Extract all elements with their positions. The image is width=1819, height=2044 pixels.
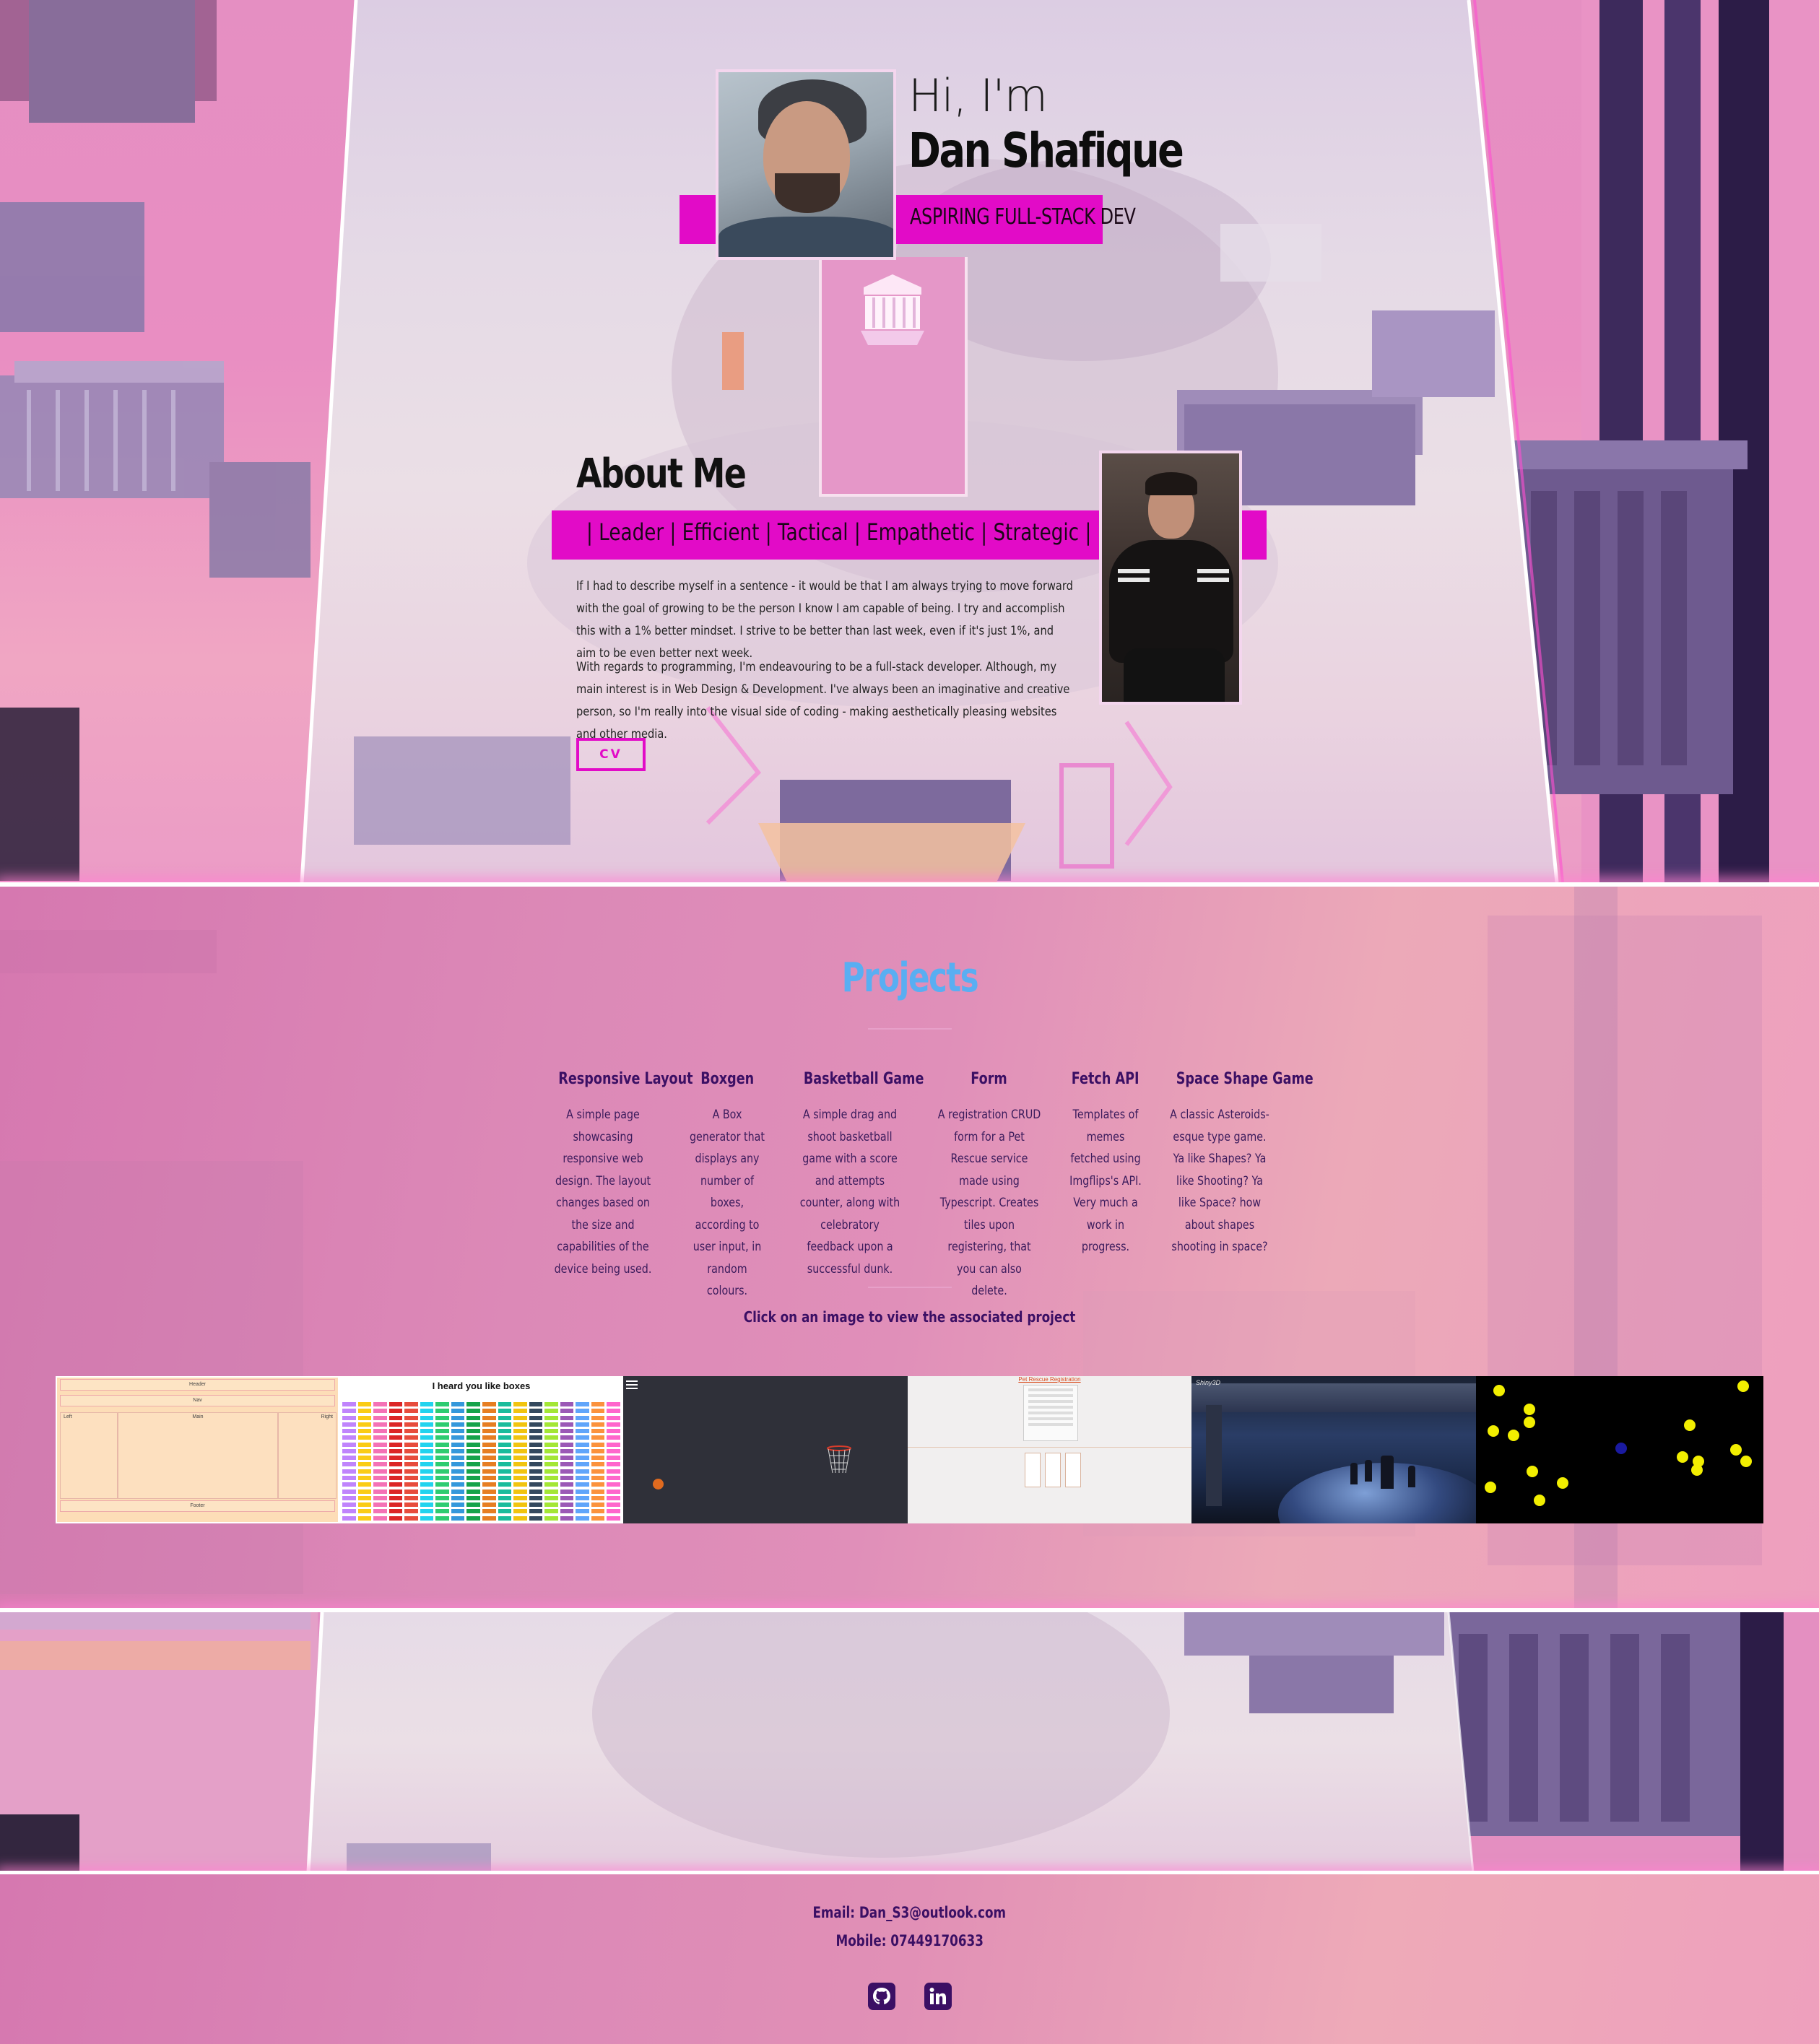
thumb-fetch-logo: Shiny3D bbox=[1196, 1379, 1221, 1386]
thumb-basketball-game[interactable] bbox=[623, 1376, 908, 1523]
hero-section: Hi, I'm Dan Shafique ASPIRING FULL-STACK… bbox=[0, 0, 1819, 882]
project-description: A simple drag and shoot basketball game … bbox=[799, 1108, 900, 1277]
asteroid-dot bbox=[1508, 1430, 1519, 1441]
thumb-box-grid bbox=[342, 1402, 620, 1521]
project-thumbnails: Header Nav Left Main Right Footer I hear… bbox=[56, 1376, 1763, 1523]
name-heading: Dan Shafique bbox=[908, 123, 1184, 178]
asteroid-dot bbox=[1485, 1482, 1496, 1493]
thumb-main-label: Main bbox=[118, 1412, 278, 1499]
asteroid-dot bbox=[1493, 1385, 1505, 1396]
thumb-left-label: Left bbox=[60, 1412, 118, 1499]
tagline-text: ASPIRING FULL-STACK DEV bbox=[910, 204, 1136, 230]
project-description: Templates of memes fetched using Imgflip… bbox=[1069, 1108, 1142, 1254]
menu-icon bbox=[626, 1380, 638, 1391]
asteroid-dot bbox=[1740, 1456, 1752, 1467]
asteroid-dot bbox=[1534, 1495, 1545, 1506]
project-space-shape-game: Space Shape Game A classic Asteroids-esq… bbox=[1159, 1070, 1314, 1258]
asteroid-dot bbox=[1488, 1425, 1499, 1437]
lower-panel-border bbox=[306, 1612, 1475, 1872]
asteroid-dot bbox=[1730, 1444, 1742, 1456]
thumb-figure bbox=[1365, 1460, 1372, 1482]
thumb-boxgen-title: I heard you like boxes bbox=[432, 1380, 531, 1391]
project-title: Responsive Layout bbox=[558, 1070, 693, 1088]
thumb-form-fields bbox=[1023, 1385, 1078, 1441]
hoop-icon bbox=[827, 1445, 851, 1474]
project-responsive-layout: Responsive Layout A simple page showcasi… bbox=[542, 1070, 693, 1280]
contact-email[interactable]: Email: Dan_S3@outlook.com bbox=[0, 1904, 1819, 1921]
projects-divider-bottom bbox=[868, 1287, 952, 1288]
asteroid-dot bbox=[1524, 1417, 1535, 1428]
projects-title: Projects bbox=[841, 954, 978, 1001]
about-paragraph-2: With regards to programming, I'm endeavo… bbox=[576, 660, 1070, 742]
asteroid-dot bbox=[1524, 1404, 1535, 1415]
project-fetch-api: Fetch API Templates of memes fetched usi… bbox=[1062, 1070, 1150, 1258]
click-hint: Click on an image to view the associated… bbox=[743, 1308, 1076, 1326]
thumb-form-cards bbox=[1025, 1453, 1081, 1487]
cv-button[interactable]: CV bbox=[576, 738, 646, 771]
asteroid-dot bbox=[1691, 1464, 1703, 1476]
project-description: A simple page showcasing responsive web … bbox=[554, 1108, 652, 1277]
thumb-scene-pillar bbox=[1206, 1405, 1222, 1506]
thumb-figure bbox=[1381, 1456, 1394, 1489]
project-boxgen: Boxgen A Box generator that displays any… bbox=[680, 1070, 774, 1302]
thumb-scene-planet bbox=[1278, 1463, 1476, 1523]
project-form: Form A registration CRUD form for a Pet … bbox=[928, 1070, 1051, 1302]
lower-scene-section bbox=[0, 1612, 1819, 1872]
player-ship-icon bbox=[1615, 1443, 1627, 1454]
thumb-space-shape-game[interactable] bbox=[1476, 1376, 1763, 1523]
asteroid-dot bbox=[1737, 1380, 1749, 1392]
asteroid-dot bbox=[1527, 1466, 1538, 1477]
project-title: Space Shape Game bbox=[1176, 1070, 1314, 1088]
project-basketball-game: Basketball Game A simple drag and shoot … bbox=[789, 1070, 924, 1280]
about-paragraph-1: If I had to describe myself in a sentenc… bbox=[576, 579, 1073, 661]
project-title: Form bbox=[971, 1070, 1008, 1088]
greeting-text: Hi, I'm bbox=[908, 69, 1048, 122]
project-title: Boxgen bbox=[700, 1070, 754, 1088]
thumb-fetch-api[interactable]: Shiny3D bbox=[1191, 1376, 1476, 1523]
thumb-boxgen[interactable]: I heard you like boxes bbox=[339, 1376, 623, 1523]
thumb-nav-label: Nav bbox=[60, 1395, 335, 1406]
thumb-figure bbox=[1408, 1466, 1415, 1487]
about-photo bbox=[1099, 451, 1242, 705]
about-title: About Me bbox=[576, 451, 747, 497]
projects-divider-top bbox=[868, 1028, 952, 1030]
asteroid-dot bbox=[1684, 1419, 1696, 1431]
thumb-form-title: Pet Rescue Registration bbox=[1018, 1376, 1081, 1383]
thumb-scene-structure bbox=[1191, 1383, 1476, 1412]
thumb-figure bbox=[1350, 1463, 1358, 1484]
github-icon[interactable] bbox=[867, 1982, 896, 2011]
contact-footer bbox=[0, 1874, 1819, 2044]
thumb-header-label: Header bbox=[60, 1379, 335, 1391]
thumb-right-label: Right bbox=[278, 1412, 337, 1499]
linkedin-icon[interactable] bbox=[924, 1982, 952, 2011]
profile-photo bbox=[716, 69, 896, 260]
project-description: A Box generator that displays any number… bbox=[689, 1108, 765, 1298]
contact-mobile[interactable]: Mobile: 07449170633 bbox=[0, 1932, 1819, 1949]
asteroid-dot bbox=[1557, 1477, 1568, 1489]
project-description: A registration CRUD form for a Pet Rescu… bbox=[937, 1108, 1041, 1298]
thumb-responsive-layout[interactable]: Header Nav Left Main Right Footer bbox=[56, 1376, 339, 1523]
thumb-form-divider bbox=[908, 1447, 1191, 1448]
project-title: Fetch API bbox=[1072, 1070, 1139, 1088]
asteroid-dot bbox=[1677, 1451, 1688, 1463]
basketball-icon bbox=[653, 1479, 664, 1489]
temple-emblem-icon bbox=[861, 274, 924, 345]
traits-text: | Leader | Efficient | Tactical | Empath… bbox=[586, 518, 1169, 546]
project-description: A classic Asteroids-esque type game. Ya … bbox=[1170, 1108, 1269, 1254]
project-title: Basketball Game bbox=[803, 1070, 924, 1088]
thumb-form[interactable]: Pet Rescue Registration bbox=[908, 1376, 1191, 1523]
thumb-footer-label: Footer bbox=[60, 1500, 335, 1512]
